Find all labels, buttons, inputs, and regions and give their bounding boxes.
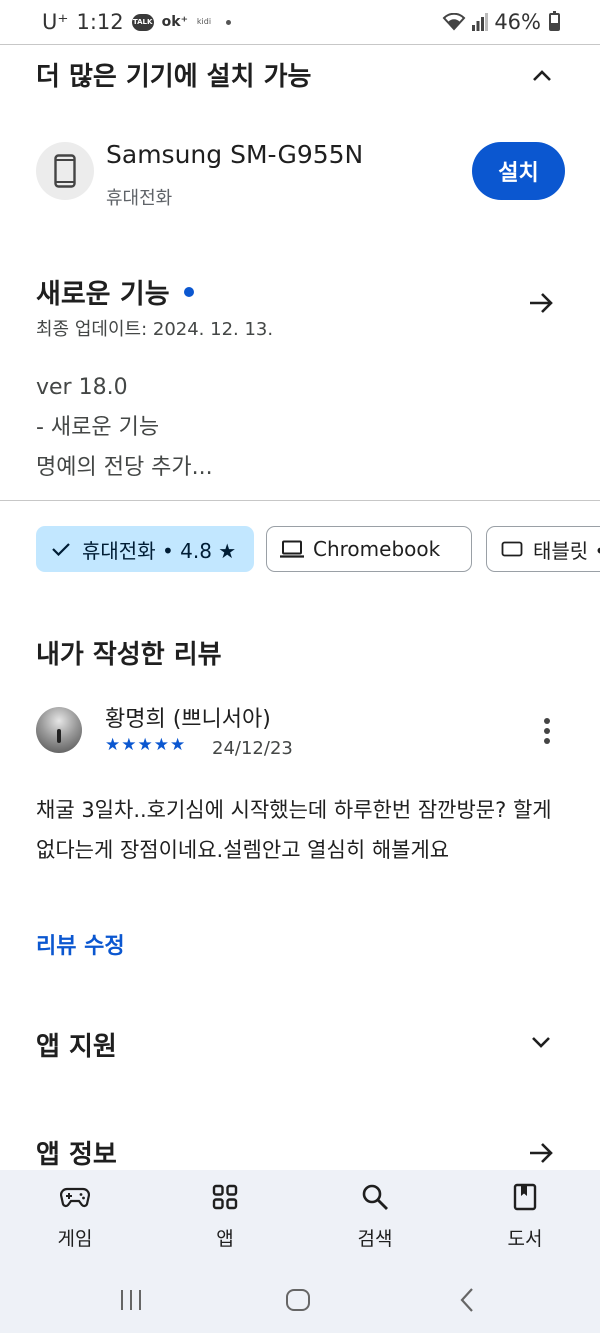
more-options-icon[interactable] xyxy=(532,714,562,748)
status-left: U⁺ 1:12 TALK ok⁺ kidi xyxy=(42,10,231,34)
tablet-icon xyxy=(499,541,525,557)
review-date: 24/12/23 xyxy=(212,738,293,759)
nav-label: 앱 xyxy=(216,1228,234,1250)
new-indicator-dot xyxy=(183,286,194,297)
avatar xyxy=(36,707,82,753)
star-rating: ★★★★★ xyxy=(105,735,187,755)
battery-icon xyxy=(549,11,560,31)
divider xyxy=(0,500,600,501)
more-notifications-dot xyxy=(225,19,231,25)
chip-chromebook[interactable]: Chromebook xyxy=(266,526,472,572)
nav-label: 게임 xyxy=(57,1228,93,1250)
clock: 1:12 xyxy=(76,10,124,34)
device-type: 휴대전화 xyxy=(106,188,173,209)
reviewer-name: 황명희 (쁘니서아) xyxy=(105,707,271,732)
back-icon[interactable] xyxy=(447,1285,487,1315)
battery-fill xyxy=(551,22,558,29)
laptop-icon xyxy=(279,540,305,558)
chevron-up-icon[interactable] xyxy=(527,60,557,90)
chip-label: 태블릿 • xyxy=(533,538,600,563)
nav-search[interactable]: 검색 xyxy=(325,1182,425,1251)
divider xyxy=(0,44,600,45)
chevron-down-icon[interactable] xyxy=(526,1028,556,1058)
status-bar: U⁺ 1:12 TALK ok⁺ kidi 46% xyxy=(0,0,600,44)
edit-review-link[interactable]: 리뷰 수정 xyxy=(36,928,125,960)
kidi-icon: kidi xyxy=(196,17,212,26)
release-notes: ver 18.0 - 새로운 기능 명예의 전당 추가... xyxy=(36,368,213,488)
phone-icon xyxy=(36,142,94,200)
nav-books[interactable]: 도서 xyxy=(475,1182,575,1251)
whats-new-title: 새로운 기능 xyxy=(36,279,170,310)
chip-label: Chromebook xyxy=(313,537,441,561)
nav-apps[interactable]: 앱 xyxy=(175,1182,275,1251)
install-button[interactable]: 설치 xyxy=(472,142,565,200)
okcashbag-icon: ok⁺ xyxy=(161,14,188,30)
release-note-line: 명예의 전당 추가... xyxy=(36,455,213,480)
apps-grid-icon xyxy=(212,1182,238,1212)
chip-phone[interactable]: 휴대전화 • 4.8 ★ xyxy=(36,526,254,572)
whats-new-header[interactable]: 새로운 기능 xyxy=(36,272,194,311)
signal-icon xyxy=(472,13,489,31)
chip-label: 휴대전화 • 4.8 ★ xyxy=(82,538,237,563)
arrow-right-icon[interactable] xyxy=(526,1138,556,1168)
check-icon xyxy=(48,542,74,556)
gamepad-icon xyxy=(60,1182,90,1212)
release-note-line: - 새로운 기능 xyxy=(36,415,160,440)
recent-apps-icon[interactable] xyxy=(111,1285,151,1315)
nav-games[interactable]: 게임 xyxy=(25,1182,125,1251)
kakaotalk-icon: TALK xyxy=(131,13,154,31)
system-navigation-bar xyxy=(0,1275,600,1325)
arrow-right-icon[interactable] xyxy=(526,288,556,318)
status-right: 46% xyxy=(442,10,560,34)
search-icon xyxy=(361,1182,389,1212)
reviewer-row: 황명희 (쁘니서아) ★★★★★ 24/12/23 xyxy=(36,705,576,765)
battery-percent: 46% xyxy=(494,10,541,34)
carrier-label: U⁺ xyxy=(42,10,69,34)
app-support-title[interactable]: 앱 지원 xyxy=(36,1026,117,1063)
wifi-icon xyxy=(442,13,466,31)
book-icon xyxy=(513,1182,537,1212)
home-icon[interactable] xyxy=(278,1285,318,1315)
app-info-title[interactable]: 앱 정보 xyxy=(36,1134,117,1171)
last-updated: 최종 업데이트: 2024. 12. 13. xyxy=(36,319,274,340)
nav-label: 도서 xyxy=(507,1228,543,1250)
chip-tablet[interactable]: 태블릿 • xyxy=(486,526,600,572)
more-devices-title: 더 많은 기기에 설치 가능 xyxy=(36,62,312,92)
my-review-title: 내가 작성한 리뷰 xyxy=(36,640,222,670)
nav-label: 검색 xyxy=(357,1228,393,1250)
device-name: Samsung SM-G955N xyxy=(106,140,364,169)
review-text: 채굴 3일차..호기심에 시작했는데 하루한번 잠깐방문? 할게 없다는게 장점… xyxy=(36,798,552,862)
device-filter-chips: 휴대전화 • 4.8 ★ Chromebook 태블릿 • xyxy=(36,526,600,572)
release-note-line: ver 18.0 xyxy=(36,375,128,400)
